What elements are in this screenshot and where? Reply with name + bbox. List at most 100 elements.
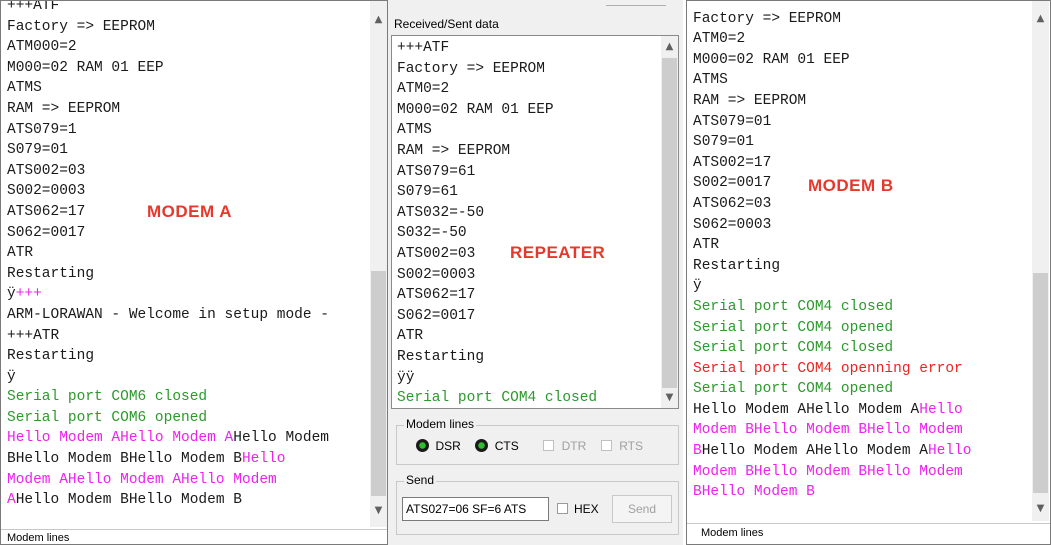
console-line: ATS079=61	[397, 162, 597, 183]
console-text-segment: Hello	[919, 401, 963, 418]
console-text-segment: S032=-50	[397, 225, 467, 242]
console-line: Factory => EEPROM	[693, 9, 971, 30]
console-text-segment: RAM => EEPROM	[397, 142, 511, 159]
console-text-segment: ATM0=2	[397, 81, 450, 98]
console-text-segment: Factory => EEPROM	[7, 18, 155, 35]
rts-checkbox[interactable]	[600, 440, 612, 452]
console-line: Modem BHello Modem BHello Modem	[693, 420, 971, 441]
console-line: Factory => EEPROM	[397, 59, 597, 80]
console-line: S002=0003	[7, 181, 329, 202]
console-line: Factory => EEPROM	[7, 17, 329, 38]
console-text-segment: Serial port COM4 opened	[693, 381, 894, 398]
console-line: ATS002=17	[693, 153, 971, 174]
repeater-label: REPEATER	[510, 243, 606, 262]
send-input[interactable]: ATS027=06 SF=6 ATS	[402, 497, 549, 521]
console-text-segment: ATR	[693, 237, 720, 254]
console-line: M000=02 RAM 01 EEP	[397, 100, 597, 121]
console-line: S079=01	[7, 140, 329, 161]
console-line: Serial port COM6 closed	[7, 387, 329, 408]
modem-b-scroll-thumb[interactable]	[1033, 273, 1048, 493]
console-text-segment: RAM => EEPROM	[7, 100, 121, 117]
scroll-up-arrow-icon[interactable]: ▲	[661, 38, 678, 55]
console-text-segment: Serial port COM6 opened	[7, 409, 208, 426]
console-line: +++ATF	[397, 38, 597, 59]
console-text-segment: Serial port COM4 openning error	[693, 360, 963, 377]
console-text-segment: A	[7, 492, 16, 509]
repeater-panel: Received/Sent data +++ATF Factory => EEPR…	[388, 0, 683, 545]
repeater-console-text: +++ATF Factory => EEPROM ATM0=2 M000=02 RAM…	[392, 38, 597, 408]
scroll-down-arrow-icon[interactable]: ▼	[370, 502, 387, 519]
send-input-value: ATS027=06 SF=6 ATS	[406, 502, 527, 516]
console-text-segment: BHello Modem BHello Modem B	[7, 451, 242, 468]
repeater-scroll-thumb[interactable]	[662, 58, 677, 388]
console-line: S079=61	[397, 182, 597, 203]
cts-label: CTS	[494, 438, 519, 453]
console-line: Serial port COM4 opened	[693, 318, 971, 339]
modem-a-modem-lines-label: Modem lines	[7, 532, 70, 544]
console-text-segment: Serial port COM4 opened	[693, 319, 894, 336]
console-text-segment: Hello Modem BHello Modem B	[15, 492, 242, 509]
console-text-segment: ATS032=-50	[397, 204, 485, 221]
modem-b-terminal[interactable]: +++ATF Factory => EEPROM ATM0=2 M000=02 RAM…	[686, 0, 1051, 545]
console-text-segment: +++ATF	[7, 0, 60, 14]
console-line: RAM => EEPROM	[693, 91, 971, 112]
scroll-up-arrow-icon[interactable]: ▲	[1032, 10, 1049, 27]
console-text-segment: Restarting	[397, 348, 485, 365]
console-line: Hello Modem AHello Modem AHello	[693, 400, 971, 421]
console-text-segment: ATR	[397, 328, 424, 345]
console-line: ÿ	[7, 367, 329, 388]
scroll-up-arrow-icon[interactable]: ▲	[370, 11, 387, 28]
modem-a-scrollbar[interactable]: ▲ ▼	[370, 1, 387, 527]
console-text-segment: S079=01	[7, 142, 68, 159]
console-text-segment: Hello Modem AHello Modem A	[693, 401, 920, 418]
console-line: +++ATR	[7, 326, 329, 347]
console-text-segment: Hello Modem	[233, 430, 329, 447]
send-button[interactable]: Send	[612, 495, 672, 523]
modem-b-scrollbar[interactable]: ▲ ▼	[1032, 1, 1049, 521]
console-line: S032=-50	[397, 223, 597, 244]
modem-a-footer-divider	[1, 529, 387, 530]
console-text-segment: ATS062=17	[7, 203, 86, 220]
console-line: +++ATF	[693, 1, 971, 9]
hex-label: HEX	[574, 502, 599, 516]
modem-b-footer-divider	[687, 523, 1050, 524]
received-sent-title: Received/Sent data	[394, 17, 499, 31]
console-line: ATMS	[7, 78, 329, 99]
console-line: ATR	[7, 243, 329, 264]
hex-checkbox[interactable]	[557, 503, 568, 514]
modem-a-scroll-thumb[interactable]	[371, 271, 386, 496]
send-title: Send	[404, 473, 437, 487]
repeater-terminal[interactable]: +++ATF Factory => EEPROM ATM0=2 M000=02 RAM…	[391, 35, 679, 409]
console-text-segment: M000=02 RAM 01 EEP	[693, 51, 850, 68]
console-text-segment: S062=0017	[7, 224, 86, 241]
console-text-segment: BHello Modem B	[693, 484, 815, 501]
console-text-segment: S079=01	[693, 134, 754, 151]
console-text-segment: ÿ	[7, 286, 16, 303]
console-line: Restarting	[7, 346, 329, 367]
scroll-down-arrow-icon[interactable]: ▼	[661, 389, 678, 406]
console-line: ATM0=2	[397, 79, 597, 100]
console-line: BHello Modem B	[693, 482, 971, 503]
console-text-segment: Serial port COM4 closed	[693, 298, 894, 315]
console-text-segment: ATS062=03	[693, 195, 772, 212]
console-text-segment: Modem AHello Modem AHello Modem	[7, 471, 277, 488]
console-text-segment: S002=0003	[397, 266, 476, 283]
scroll-down-arrow-icon[interactable]: ▼	[1032, 500, 1049, 517]
console-line: S079=01	[693, 132, 971, 153]
repeater-scrollbar[interactable]: ▲ ▼	[661, 36, 678, 408]
send-group: Send ATS027=06 SF=6 ATS HEX Send	[396, 473, 679, 535]
dsr-label: DSR	[435, 438, 461, 453]
console-text-segment: ATMS	[397, 122, 432, 139]
modem-b-console-text: +++ATF Factory => EEPROM ATM0=2 M000=02 RAM…	[687, 1, 971, 503]
dtr-label: DTR	[561, 438, 587, 453]
console-line: S062=0003	[693, 215, 971, 236]
console-line: ATS032=-50	[397, 203, 597, 224]
console-line: RAM => EEPROM	[7, 99, 329, 120]
dtr-checkbox[interactable]	[543, 440, 555, 452]
console-text-segment: B	[693, 443, 702, 460]
modem-a-terminal[interactable]: +++ATF Factory => EEPROM ATM000=2 M000=02 R…	[0, 0, 388, 545]
console-text-segment: Restarting	[7, 265, 95, 282]
console-text-segment: ATS062=17	[397, 287, 476, 304]
console-line: ATS062=03	[693, 194, 971, 215]
console-line: ATS079=01	[693, 112, 971, 133]
